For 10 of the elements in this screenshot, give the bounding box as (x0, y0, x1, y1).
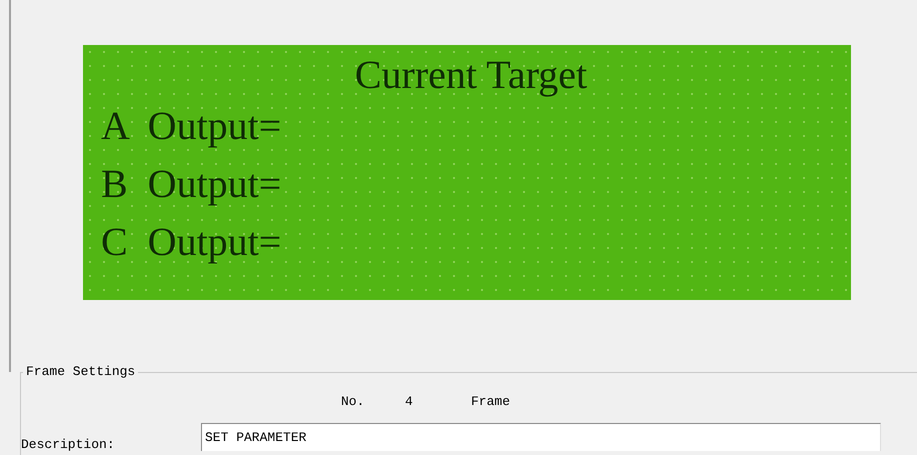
frame-number: 4 (405, 394, 414, 409)
display-line: A Output= (101, 102, 282, 150)
group-title: Frame Settings (23, 364, 138, 379)
frame-unit: Frame (471, 394, 510, 409)
display-line: B Output= (101, 160, 282, 208)
description-label: Description: (21, 436, 116, 452)
description-field[interactable]: SET PARAMETER (201, 423, 881, 451)
display-title: Current Target (354, 53, 588, 97)
display-line: C Output= (101, 218, 282, 266)
number-label: No. (341, 394, 366, 409)
